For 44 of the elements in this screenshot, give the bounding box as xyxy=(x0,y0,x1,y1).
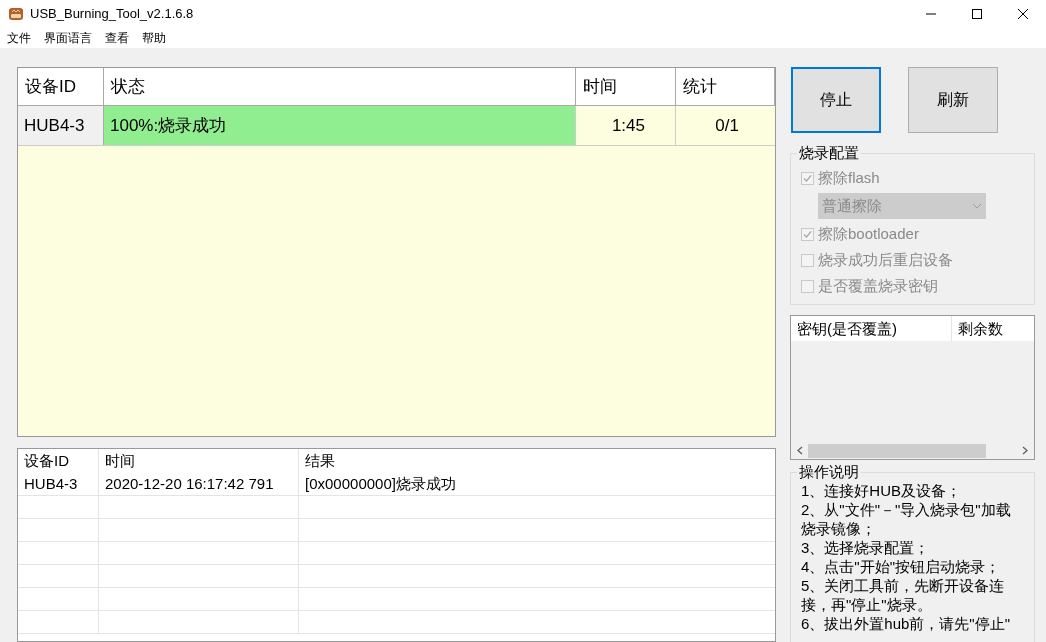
checkbox-label: 擦除flash xyxy=(818,167,880,188)
chevron-down-icon xyxy=(972,203,982,209)
column-header[interactable]: 设备ID xyxy=(18,449,99,473)
table-cell: 1:45 xyxy=(576,106,676,145)
table-cell: 2020-12-20 16:17:42 791 xyxy=(99,473,299,495)
checkbox-label: 擦除bootloader xyxy=(818,223,919,244)
menu-item[interactable]: 帮助 xyxy=(142,28,166,47)
group-title: 操作说明 xyxy=(797,463,861,481)
group-title: 烧录配置 xyxy=(797,144,861,162)
scrollbar-thumb[interactable] xyxy=(808,443,986,458)
action-button[interactable]: 停止 xyxy=(791,67,881,133)
close-icon xyxy=(1018,8,1028,19)
column-header[interactable]: 状态 xyxy=(104,68,576,105)
menu-item[interactable]: 查看 xyxy=(105,28,129,47)
column-header[interactable]: 密钥(是否覆盖) xyxy=(791,316,952,341)
column-header[interactable]: 设备ID xyxy=(18,68,104,105)
checkbox-label: 是否覆盖烧录密钥 xyxy=(818,275,938,296)
column-header[interactable]: 剩余数 xyxy=(952,316,1034,341)
instruction-text: 1、连接好HUB及设备； xyxy=(801,481,962,500)
menu-item[interactable]: 界面语言 xyxy=(44,28,92,47)
table-cell-text: 0/1 xyxy=(714,114,740,137)
instruction-text: 3、选择烧录配置； xyxy=(801,538,931,557)
column-header[interactable]: 时间 xyxy=(576,68,676,105)
column-header[interactable]: 结果 xyxy=(299,449,775,473)
scroll-right-icon[interactable] xyxy=(1022,446,1029,455)
status-text: 100%:烧录成功 xyxy=(109,116,228,135)
action-button[interactable]: 刷新 xyxy=(908,67,998,133)
checkmark-icon xyxy=(803,229,812,239)
instruction-text: 6、拔出外置hub前，请先"停止" xyxy=(801,614,1012,633)
menu-item[interactable]: 文件 xyxy=(7,28,31,47)
instruction-text: 4、点击"开始"按钮启动烧录； xyxy=(801,557,1001,576)
maximize-icon xyxy=(972,8,982,19)
checkbox-label: 烧录成功后重启设备 xyxy=(818,249,953,270)
column-header[interactable]: 统计 xyxy=(676,68,775,105)
table-cell: HUB4-3 xyxy=(18,473,99,495)
instruction-text: 2、从"文件"－"导入烧录包"加载烧录镜像； xyxy=(801,500,1012,538)
checkmark-icon xyxy=(803,173,812,183)
table-cell-text: [0x00000000]烧录成功 xyxy=(304,474,457,494)
column-header[interactable]: 时间 xyxy=(99,449,299,473)
window-title: USB_Burning_Tool_v2.1.6.8 xyxy=(30,4,194,23)
table-cell: HUB4-3 xyxy=(18,106,104,145)
app-icon xyxy=(8,5,24,22)
instruction-text: 5、关闭工具前，先断开设备连接，再"停止"烧录。 xyxy=(801,576,1006,614)
scroll-left-icon[interactable] xyxy=(796,446,803,455)
